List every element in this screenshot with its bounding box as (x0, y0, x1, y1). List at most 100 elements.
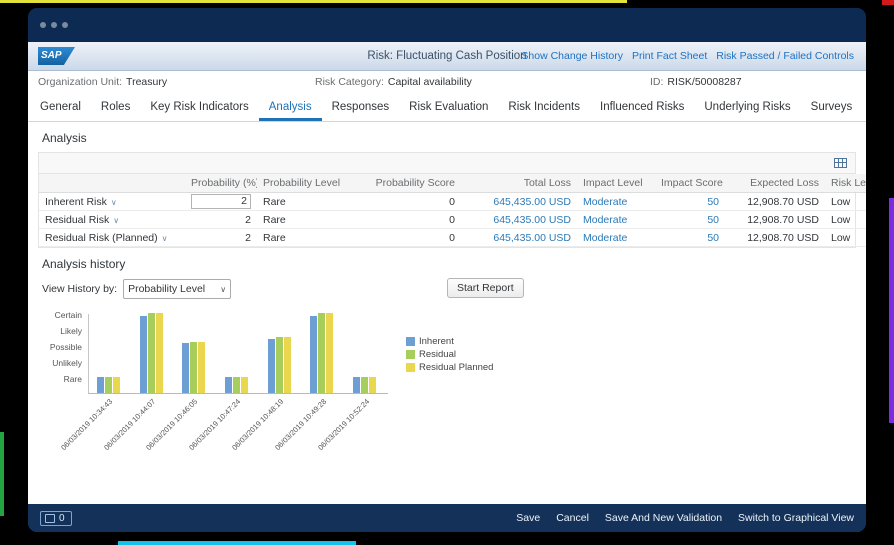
shell-link-show-change-history[interactable]: Show Change History (521, 50, 623, 62)
chart-legend: Inherent Residual Residual Planned (406, 336, 493, 446)
view-history-by-label: View History by: (42, 283, 117, 295)
app-window: SAP Risk: Fluctuating Cash Position Show… (28, 8, 866, 532)
footer-action-switch-to-graphical-view[interactable]: Switch to Graphical View (738, 512, 854, 524)
analysis-history-chart: RareUnlikelyPossibleLikelyCertain 06/03/… (42, 314, 866, 446)
risk-category-value: Capital availability (388, 76, 472, 88)
tab-risk-evaluation[interactable]: Risk Evaluation (399, 95, 498, 121)
y-axis-label-certain: Certain (55, 310, 82, 320)
table-row-residual-risk: Residual Risk∨2Rare0645,435.00 USDModera… (39, 211, 866, 229)
column-header-impact-score: Impact Score (655, 174, 725, 193)
tab-attachments-links[interactable]: Attachments & Links (862, 95, 866, 121)
bar-inherent (225, 377, 232, 393)
column-header-probability: Probability (%) (185, 174, 257, 193)
chart-x-axis-labels: 06/03/2019 10:34:4306/03/2019 10:44:0706… (88, 394, 388, 446)
impact-level-link[interactable]: Moderate (583, 232, 627, 244)
bar-group (182, 342, 205, 393)
tab-bar: GeneralRolesKey Risk IndicatorsAnalysisR… (28, 95, 866, 122)
bar-inherent (310, 316, 317, 393)
window-control-dot[interactable] (51, 22, 57, 28)
bar-inherent (353, 377, 360, 393)
footer-action-cancel[interactable]: Cancel (556, 512, 589, 524)
row-label-cell[interactable]: Inherent Risk∨ (39, 193, 185, 211)
shell-link-risk-passed-failed-controls[interactable]: Risk Passed / Failed Controls (716, 50, 854, 62)
bar-residual-planned (241, 377, 248, 393)
impact-score-link[interactable]: 50 (707, 232, 719, 244)
tab-responses[interactable]: Responses (322, 95, 400, 121)
legend-swatch (406, 350, 415, 359)
bar-residual (148, 313, 155, 393)
impact-score-link[interactable]: 50 (707, 196, 719, 208)
window-control-dot[interactable] (62, 22, 68, 28)
bar-residual (361, 377, 368, 393)
bar-residual-planned (369, 377, 376, 393)
organization-unit: Organization Unit: Treasury (38, 76, 167, 88)
risk-id: ID:RISK/50008287 (650, 76, 742, 88)
message-count: 0 (59, 513, 65, 524)
column-header-probability-score: Probability Score (353, 174, 461, 193)
tab-bar-items: GeneralRolesKey Risk IndicatorsAnalysisR… (30, 95, 866, 121)
total-loss-link[interactable]: 645,435.00 USD (493, 232, 571, 244)
risk-level-cell: Low (825, 193, 866, 211)
chart-y-axis-labels: RareUnlikelyPossibleLikelyCertain (42, 314, 88, 394)
impact-score-cell: 50 (655, 193, 725, 211)
tab-surveys[interactable]: Surveys (801, 95, 863, 121)
table-grid-icon (834, 158, 847, 168)
risk-level-cell: Low (825, 211, 866, 229)
tab-analysis[interactable]: Analysis (259, 95, 322, 121)
legend-label: Residual (419, 349, 456, 360)
impact-level-link[interactable]: Moderate (583, 196, 627, 208)
expected-loss-cell: 12,908.70 USD (725, 193, 825, 211)
row-label-cell[interactable]: Residual Risk (Planned)∨ (39, 229, 185, 247)
analysis-table-body: Inherent Risk∨2Rare0645,435.00 USDModera… (39, 193, 866, 247)
view-history-select[interactable]: Probability Level ∨ (123, 279, 231, 299)
chevron-down-icon: ∨ (220, 285, 226, 294)
table-settings-button[interactable] (832, 156, 849, 170)
decor-strip-red (882, 0, 894, 5)
column-header-expected-loss: Expected Loss (725, 174, 825, 193)
total-loss-link[interactable]: 645,435.00 USD (493, 196, 571, 208)
tab-underlying-risks[interactable]: Underlying Risks (694, 95, 800, 121)
bar-inherent (268, 339, 275, 393)
footer-action-save-and-new-validation[interactable]: Save And New Validation (605, 512, 722, 524)
legend-item-residual-planned: Residual Planned (406, 362, 493, 373)
footer-action-save[interactable]: Save (516, 512, 540, 524)
tab-general[interactable]: General (30, 95, 91, 121)
organization-unit-label: Organization Unit: (38, 76, 122, 88)
bar-group (97, 377, 120, 393)
organization-unit-value: Treasury (126, 76, 167, 88)
column-header-probability-level: Probability Level (257, 174, 353, 193)
y-axis-label-likely: Likely (60, 326, 82, 336)
message-icon (45, 514, 55, 523)
shell-link-print-fact-sheet[interactable]: Print Fact Sheet (632, 50, 707, 62)
probability-input[interactable]: 2 (191, 194, 251, 209)
probability-level-cell: Rare (257, 211, 353, 229)
bar-residual-planned (326, 313, 333, 393)
bar-inherent (97, 377, 104, 393)
window-control-dot[interactable] (40, 22, 46, 28)
object-info-bar: Organization Unit: Treasury Risk Category… (28, 71, 866, 95)
start-report-button[interactable]: Start Report (447, 278, 524, 298)
view-history-selected-value: Probability Level (128, 283, 205, 295)
row-label-cell[interactable]: Residual Risk∨ (39, 211, 185, 229)
history-controls: View History by: Probability Level ∨ Sta… (42, 278, 866, 300)
tab-key-risk-indicators[interactable]: Key Risk Indicators (140, 95, 258, 121)
total-loss-link[interactable]: 645,435.00 USD (493, 214, 571, 226)
messages-button[interactable]: 0 (40, 511, 72, 526)
chevron-down-icon: ∨ (162, 234, 168, 243)
column-header-total-loss: Total Loss (461, 174, 577, 193)
risk-level-cell: Low (825, 229, 866, 247)
chevron-down-icon: ∨ (113, 216, 119, 225)
page-content: Analysis Probability (%)Probability Leve… (28, 122, 866, 504)
legend-item-inherent: Inherent (406, 336, 493, 347)
legend-swatch (406, 363, 415, 372)
impact-level-link[interactable]: Moderate (583, 214, 627, 226)
analysis-history-heading: Analysis history (42, 257, 866, 271)
risk-category: Risk Category:Capital availability (315, 76, 472, 88)
impact-score-link[interactable]: 50 (707, 214, 719, 226)
bar-inherent (182, 343, 189, 393)
tab-roles[interactable]: Roles (91, 95, 140, 121)
tab-risk-incidents[interactable]: Risk Incidents (498, 95, 590, 121)
bar-group (140, 313, 163, 393)
tab-influenced-risks[interactable]: Influenced Risks (590, 95, 694, 121)
decor-strip-green (0, 432, 4, 516)
